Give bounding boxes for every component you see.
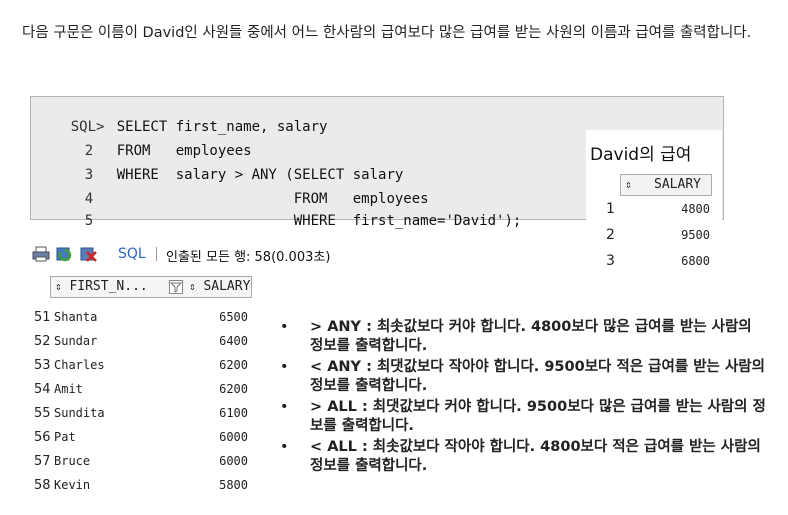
sql-code: WHERE first_name='David'); [116,213,522,229]
bullet-icon: • [280,399,289,415]
list-item: • < ALL : 최솟값보다 작아야 합니다. 4800보다 적은 급여를 받는… [280,438,770,476]
first-name-cell: Kevin [54,478,91,492]
column-label: FIRST_N... [69,279,148,294]
row-index: 2 [606,227,615,243]
bullet-icon: • [280,439,289,455]
intro-text: 다음 구문은 이름이 David인 사원들 중에서 어느 한사람의 급여보다 많… [22,25,752,41]
table-row[interactable]: 56 Pat 6000 [30,426,252,450]
table-row: 3 6800 [586,250,712,274]
note-text: > ALL : 최댓값보다 커야 합니다. 9500보다 많은 급여를 받는 사… [310,399,766,434]
first-name-cell: Bruce [54,454,91,468]
list-item: • > ANY : 최솟값보다 커야 합니다. 4800보다 많은 급여를 받는 … [280,318,770,356]
row-number: 53 [34,358,51,373]
salary-column-header[interactable]: ⇕ SALARY [620,174,712,196]
salary-value: 4800 [681,202,710,216]
note-text: > ANY : 최솟값보다 커야 합니다. 4800보다 많은 급여를 받는 사… [310,319,752,354]
refresh-icon[interactable] [56,246,74,262]
table-row[interactable]: 51 Shanta 6500 [30,306,252,330]
toolbar-divider [156,247,157,261]
salary-cell: 6000 [219,430,248,444]
row-number: 57 [34,454,51,469]
sql-line: 5 WHERE first_name='David'); [37,197,522,229]
first-name-cell: Charles [54,358,105,372]
sort-icon: ⇕ [625,178,632,191]
list-item: • > ALL : 최댓값보다 커야 합니다. 9500보다 많은 급여를 받는 … [280,398,770,436]
salary-cell: 6400 [219,334,248,348]
row-number: 56 [34,430,51,445]
table-row[interactable]: 58 Kevin 5800 [30,474,252,498]
david-salary-title: David의 급여 [590,145,692,165]
sql-line: SQL> SELECT first_name, salary [37,103,328,135]
print-icon[interactable] [32,246,50,262]
first-name-cell: Sundar [54,334,98,348]
sql-line: 4 FROM employees [37,175,429,207]
salary-cell: 6000 [219,454,248,468]
result-toolbar: SQL 인출된 모든 행: 58(0.003초) [30,242,386,268]
salary-column-header[interactable]: ⇕ SALARY [189,279,250,294]
first-name-cell: Amit [54,382,83,396]
first-name-cell: Pat [54,430,76,444]
sql-line: 3 WHERE salary > ANY (SELECT salary [37,151,404,183]
row-index: 1 [606,201,615,217]
column-label: SALARY [203,279,251,294]
grid-header: ⇕ FIRST_N... ⇕ SALARY [50,276,252,298]
row-index: 3 [606,253,615,269]
david-salary-panel: David의 급여 ⇕ SALARY 1 4800 2 9500 3 6800 [586,130,722,280]
table-row[interactable]: 57 Bruce 6000 [30,450,252,474]
salary-cell: 6500 [219,310,248,324]
table-row[interactable]: 55 Sundita 6100 [30,402,252,426]
filter-icon[interactable] [169,280,183,294]
sort-icon: ⇕ [189,280,196,293]
table-row[interactable]: 53 Charles 6200 [30,354,252,378]
salary-value: 9500 [681,228,710,242]
cancel-icon[interactable] [80,246,98,262]
column-label: SALARY [654,177,701,192]
table-row[interactable]: 52 Sundar 6400 [30,330,252,354]
bullet-icon: • [280,319,289,335]
table-row: 1 4800 [586,198,712,222]
table-row[interactable]: 54 Amit 6200 [30,378,252,402]
line-number: 5 [84,213,94,229]
result-grid[interactable]: ⇕ FIRST_N... ⇕ SALARY 51 Shanta 6500 52 … [30,270,252,498]
bullet-icon: • [280,359,289,375]
fetch-status: 인출된 모든 행: 58(0.003초) [166,250,331,265]
list-item: • < ANY : 최댓값보다 작아야 합니다. 9500보다 적은 급여를 받는… [280,358,770,396]
sql-link[interactable]: SQL [118,246,146,262]
note-text: < ANY : 최댓값보다 작아야 합니다. 9500보다 적은 급여를 받는 … [310,359,765,394]
row-number: 54 [34,382,51,397]
operator-notes: • > ANY : 최솟값보다 커야 합니다. 4800보다 많은 급여를 받는 … [280,318,770,478]
salary-cell: 6200 [219,382,248,396]
row-number: 51 [34,310,51,325]
salary-cell: 6200 [219,358,248,372]
salary-value: 6800 [681,254,710,268]
row-number: 52 [34,334,51,349]
salary-cell: 5800 [219,478,248,492]
sql-line: 2 FROM employees [37,127,252,159]
row-number: 58 [34,478,51,493]
first-name-column-header[interactable]: ⇕ FIRST_N... [55,279,148,294]
table-row: 2 9500 [586,224,712,248]
first-name-cell: Sundita [54,406,105,420]
note-text: < ALL : 최솟값보다 작아야 합니다. 4800보다 적은 급여를 받는 … [310,439,761,474]
row-number: 55 [34,406,51,421]
first-name-cell: Shanta [54,310,98,324]
salary-cell: 6100 [219,406,248,420]
sort-icon: ⇕ [55,280,62,293]
